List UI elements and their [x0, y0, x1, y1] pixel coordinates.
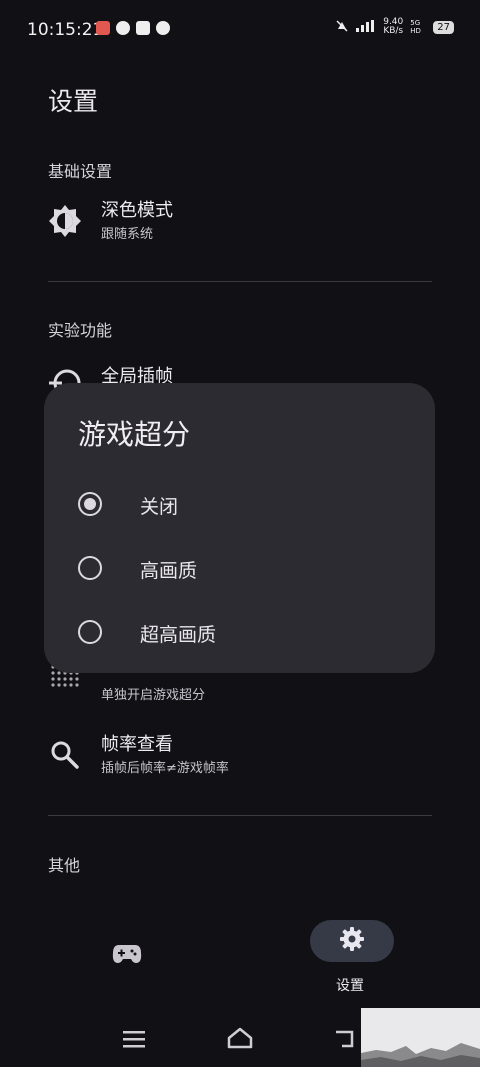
option-ultra-quality[interactable]: 超高画质: [44, 606, 435, 662]
nav-games[interactable]: [110, 941, 144, 971]
signal-icon: [356, 19, 376, 35]
dark-mode-title: 深色模式: [101, 200, 173, 221]
network-type: 5G HD: [410, 19, 421, 35]
menu-icon[interactable]: [123, 1030, 145, 1052]
section-basic-label: 基础设置: [48, 162, 113, 181]
message-notification-icon: [136, 21, 150, 35]
fps-view-item[interactable]: 帧率查看 插帧后帧率≠游戏帧率: [48, 730, 438, 788]
radio-unselected[interactable]: [78, 556, 102, 580]
option-high-quality[interactable]: 高画质: [44, 542, 435, 598]
net-speed-unit: KB/s: [383, 26, 404, 36]
section-other-label: 其他: [48, 856, 81, 875]
status-bar: 10:15:21 9.40 KB/s 5G HD 27: [0, 0, 480, 60]
status-right-group: 9.40 KB/s 5G HD 27: [335, 18, 454, 36]
dark-mode-subtitle: 跟随系统: [101, 227, 154, 242]
net-speed: 9.40 KB/s: [383, 18, 403, 36]
brightness-icon: [48, 204, 82, 238]
recording-thumbnail: [361, 1008, 480, 1067]
radio-selected[interactable]: [78, 492, 102, 516]
section-experimental-label: 实验功能: [48, 321, 113, 340]
option-label: 超高画质: [140, 624, 217, 646]
dark-mode-item[interactable]: 深色模式 跟随系统: [48, 196, 438, 254]
option-label: 高画质: [140, 560, 198, 582]
back-icon[interactable]: [334, 1029, 356, 1053]
super-resolution-dialog: 游戏超分 关闭 高画质 超高画质: [44, 383, 435, 673]
divider: [48, 815, 432, 816]
fps-view-title: 帧率查看: [101, 734, 173, 755]
app-notification-icon: [96, 21, 110, 35]
bottom-navigation: 设置: [0, 905, 480, 1005]
single-super-resolution-subtitle: 单独开启游戏超分: [101, 688, 206, 703]
home-icon[interactable]: [227, 1027, 253, 1053]
gear-icon: [339, 926, 365, 956]
radio-unselected[interactable]: [78, 620, 102, 644]
mute-icon: [335, 19, 349, 36]
fps-view-subtitle: 插帧后帧率≠游戏帧率: [101, 761, 229, 776]
search-icon: [48, 738, 82, 772]
divider: [48, 281, 432, 282]
nav-settings-label: 设置: [336, 978, 364, 994]
dialog-title: 游戏超分: [78, 418, 191, 451]
battery-indicator: 27: [433, 20, 454, 34]
nav-settings[interactable]: [310, 920, 394, 962]
option-label: 关闭: [140, 496, 179, 518]
gamepad-icon: [112, 943, 142, 969]
page-title: 设置: [48, 87, 99, 116]
status-time: 10:15:21: [27, 20, 104, 40]
option-off[interactable]: 关闭: [44, 478, 435, 534]
chat-notification-icon: [156, 21, 170, 35]
notification-icons: [96, 21, 170, 35]
link-notification-icon: [116, 21, 130, 35]
